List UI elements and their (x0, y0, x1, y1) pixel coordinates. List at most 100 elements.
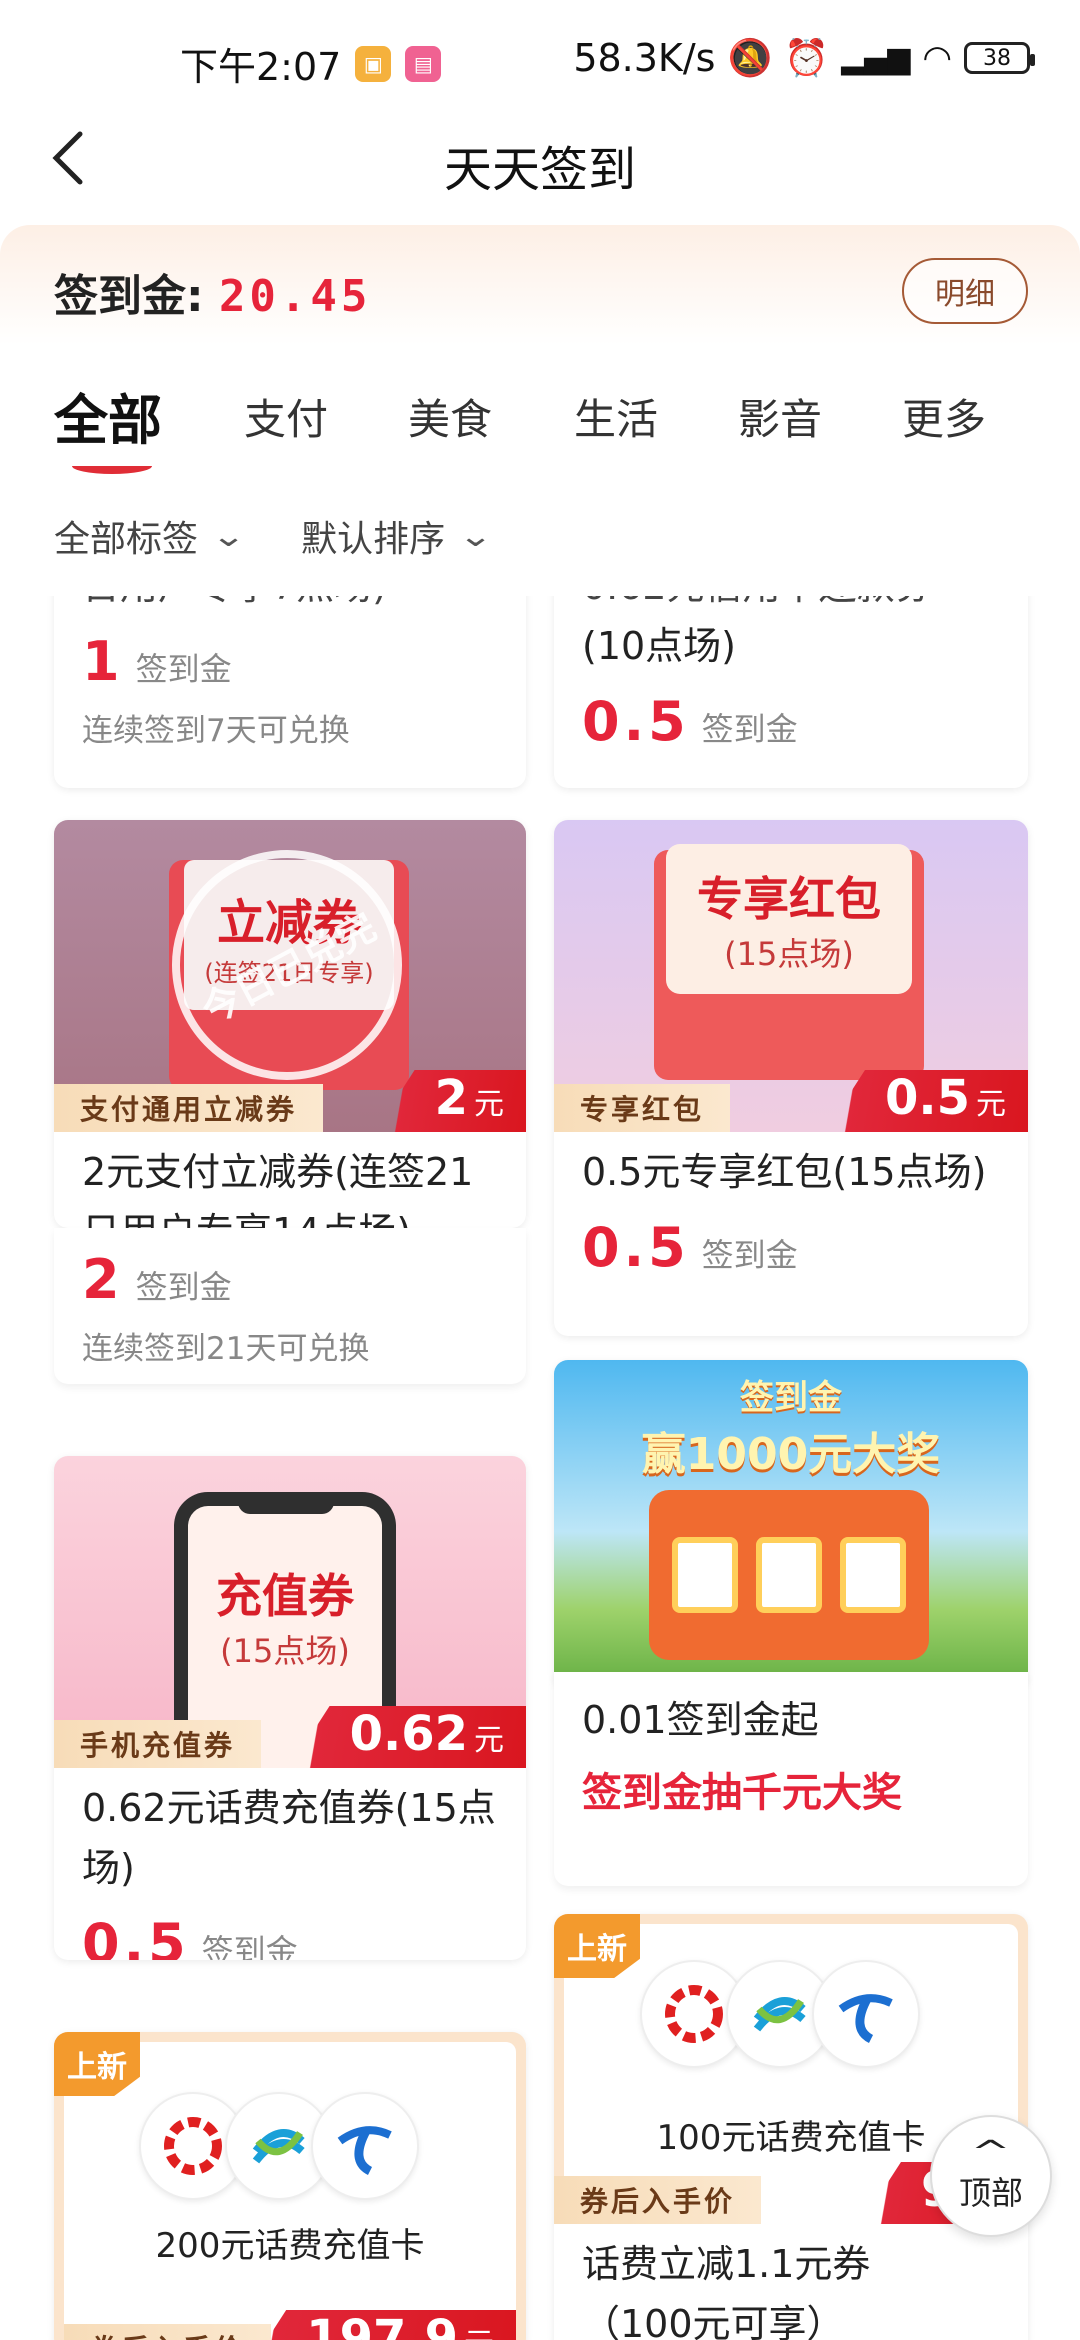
tab-life[interactable]: 生活 (574, 386, 658, 447)
strip-label: 支付通用立减券 (54, 1084, 324, 1132)
balance-label: 签到金: (54, 271, 204, 322)
card-banner: 充值券 (15点场) 手机充值券 0.62 元 (54, 1456, 526, 1768)
balance-value: 20.45 (218, 271, 372, 322)
chevron-up-icon: ^ (970, 2135, 1012, 2170)
card-price: 0.5 (582, 690, 690, 753)
price-line: 0.5 签到金 (54, 1912, 526, 1960)
card-price-unit: 签到金 (201, 1932, 298, 1960)
strip-price-value: 0.5 (884, 1070, 970, 1126)
product-card[interactable]: 0.62元信用卡还款券 (10点场) 0.5 签到金 (554, 596, 1028, 788)
card-price-unit: 签到金 (135, 1268, 232, 1306)
tag-filter-label: 全部标签 (54, 519, 199, 560)
product-card[interactable]: 上新 200元话费充值卡 券后入手价 197.9 元 (54, 2032, 526, 2340)
card-banner: 签到金 赢1000元大奖 (554, 1360, 1028, 1672)
product-card[interactable]: 日用户专享7点场) 1 签到金 连续签到7天可兑换 (54, 596, 526, 788)
banner-line1: 签到金 (740, 1378, 842, 1418)
tab-media[interactable]: 影音 (738, 386, 822, 447)
strip-price-unit: 元 (474, 1087, 504, 1122)
strip-label: 券后入手价 (64, 2324, 272, 2340)
balance-row: 签到金: 20.45 (54, 260, 371, 324)
banner-subtitle: (15点场) (724, 935, 854, 973)
tab-more[interactable]: 更多 (902, 386, 986, 447)
detail-button[interactable]: 明细 (902, 258, 1028, 324)
card-note: 连续签到21天可兑换 (82, 1331, 370, 1367)
card-title-line2: (10点场) (582, 624, 737, 668)
tab-payment[interactable]: 支付 (244, 386, 328, 447)
product-feed[interactable]: 日用户专享7点场) 1 签到金 连续签到7天可兑换 0.62元信用卡还款券 (1… (0, 596, 1080, 2340)
product-card[interactable]: 专享红包 (15点场) 专享红包 0.5 元 0.5元专享红包(15点场) 0.… (554, 820, 1028, 1336)
strip-label: 券后入手价 (554, 2176, 762, 2224)
strip-price-unit: 元 (474, 1723, 504, 1758)
back-to-top-label: 顶部 (958, 2174, 1023, 2212)
tab-all[interactable]: 全部 (54, 376, 162, 455)
sort-filter[interactable]: 默认排序 ⌄ (301, 510, 493, 562)
card-title: 日用户专享7点场) (54, 596, 526, 616)
page-title: 天天签到 (443, 142, 636, 198)
signal-icon: ▂▄▆ (841, 40, 911, 76)
new-tag: 上新 (54, 2032, 140, 2096)
chevron-down-icon: ⌄ (458, 518, 494, 554)
status-left: 下午2:07 ▣ ▤ (180, 36, 442, 91)
lottery-subtitle: 签到金抽千元大奖 (582, 1770, 902, 1816)
price-line: 1 签到金 (54, 630, 526, 693)
card-title-line2: （100元可享） (582, 2302, 845, 2340)
card-footer: 2 签到金 连续签到21天可兑换 (54, 1228, 526, 1384)
active-tab-indicator (72, 458, 152, 474)
card-price-unit: 签到金 (701, 1236, 798, 1274)
banner-strip: 支付通用立减券 2 元 (54, 1070, 526, 1132)
operator-icons (640, 1960, 920, 2068)
banner-title: 专享红包 (697, 872, 881, 926)
card-price: 0.5 (582, 1216, 690, 1279)
status-time: 下午2:07 (180, 45, 342, 89)
slot-reel (756, 1537, 822, 1613)
card-title: 0.62元信用卡还款券 (554, 596, 1028, 616)
banner-strip: 手机充值券 0.62 元 (54, 1706, 526, 1768)
wifi-icon: ◠ (922, 38, 952, 78)
slot-reel (672, 1537, 738, 1613)
mute-icon: 🔕 (727, 38, 773, 79)
strip-label: 专享红包 (554, 1084, 731, 1132)
status-bar: 下午2:07 ▣ ▤ 58.3K/s 🔕 ⏰ ▂▄▆ ◠ 38 (0, 0, 1080, 120)
filter-bar: 全部标签 ⌄ 默认排序 ⌄ (54, 510, 493, 562)
card-price: 0.5 (82, 1912, 190, 1960)
card-price-unit: 签到金 (135, 650, 232, 688)
strip-price: 2 元 (374, 1070, 526, 1132)
bilibili-icon: ▤ (405, 45, 442, 82)
product-card[interactable]: 充值券 (15点场) 手机充值券 0.62 元 0.62元话费充值券(15点场)… (54, 1456, 526, 1960)
card-banner: 专享红包 (15点场) 专享红包 0.5 元 (554, 820, 1028, 1132)
card-banner: 立减券 (连签21日专享) 今日已兑完 支付通用立减券 2 元 (54, 820, 526, 1132)
card-price: 1 (82, 630, 124, 693)
strip-price: 197.9 元 (246, 2310, 516, 2340)
strip-price-value: 0.62 (349, 1706, 468, 1762)
tab-food[interactable]: 美食 (408, 386, 492, 447)
back-to-top-button[interactable]: ^ 顶部 (930, 2115, 1052, 2237)
china-telecom-icon (311, 2092, 419, 2200)
nav-bar: 天天签到 (0, 110, 1080, 210)
coupon-graphic: 专享红包 (15点场) (666, 844, 912, 994)
tag-filter[interactable]: 全部标签 ⌄ (54, 510, 246, 562)
phone-notch (238, 1492, 334, 1514)
banner-subtitle: (15点场) (220, 1632, 350, 1670)
slot-reel (840, 1537, 906, 1613)
product-card[interactable]: 立减券 (连签21日专享) 今日已兑完 支付通用立减券 2 元 2元支付立减券(… (54, 820, 526, 1228)
banner-title: 充值券 (216, 1569, 354, 1623)
chevron-down-icon: ⌄ (210, 518, 247, 554)
card-title: 2元支付立减券(连签21日用户专享14点场) (82, 1150, 474, 1228)
strip-price-unit: 元 (976, 1087, 1006, 1122)
battery-icon: 38 (964, 42, 1035, 74)
notification-app-icon: ▣ (355, 45, 392, 82)
price-line: 2 签到金 (54, 1248, 526, 1311)
strip-price: 0.62 元 (289, 1706, 526, 1768)
stamp-text: 今日已兑完 (194, 904, 383, 1033)
category-tabs: 全部 支付 美食 生活 影音 更多 (0, 372, 1080, 474)
alarm-icon: ⏰ (784, 38, 830, 79)
card-title: 0.5元专享红包(15点场) (582, 1150, 987, 1194)
operator-icons (139, 2092, 419, 2200)
card-title: 0.62元话费充值券(15点场) (82, 1786, 496, 1890)
china-telecom-icon (812, 1960, 920, 2068)
banner-line2: 赢1000元大奖 (641, 1429, 941, 1480)
slot-machine-graphic (649, 1490, 929, 1660)
strip-price-value: 197.9 (306, 2310, 458, 2340)
banner-strip: 券后入手价 197.9 元 (64, 2310, 516, 2340)
lottery-card[interactable]: 签到金 赢1000元大奖 (554, 1360, 1028, 1690)
